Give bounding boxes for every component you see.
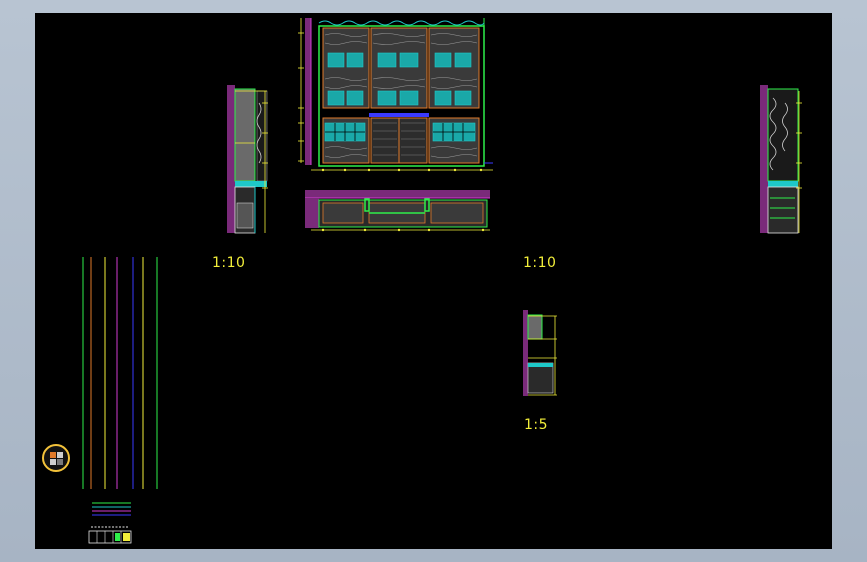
cad-drawing-canvas — [82, 18, 802, 544]
layer-color-legend — [82, 257, 158, 489]
scale-label-left: 1:10 — [212, 255, 246, 271]
scale-label-detail: 1:5 — [524, 417, 549, 433]
right-section-view — [760, 85, 802, 234]
main-elevation — [298, 18, 493, 172]
view-cube-icon[interactable] — [42, 444, 70, 472]
left-section-view — [227, 85, 268, 234]
cad-viewport[interactable]: 1:10 1:10 1:5 — [35, 13, 832, 549]
plan-view — [305, 190, 490, 232]
title-block — [88, 526, 132, 544]
scale-label-right: 1:10 — [523, 255, 557, 271]
line-type-legend — [92, 502, 131, 516]
detail-view — [523, 310, 557, 396]
